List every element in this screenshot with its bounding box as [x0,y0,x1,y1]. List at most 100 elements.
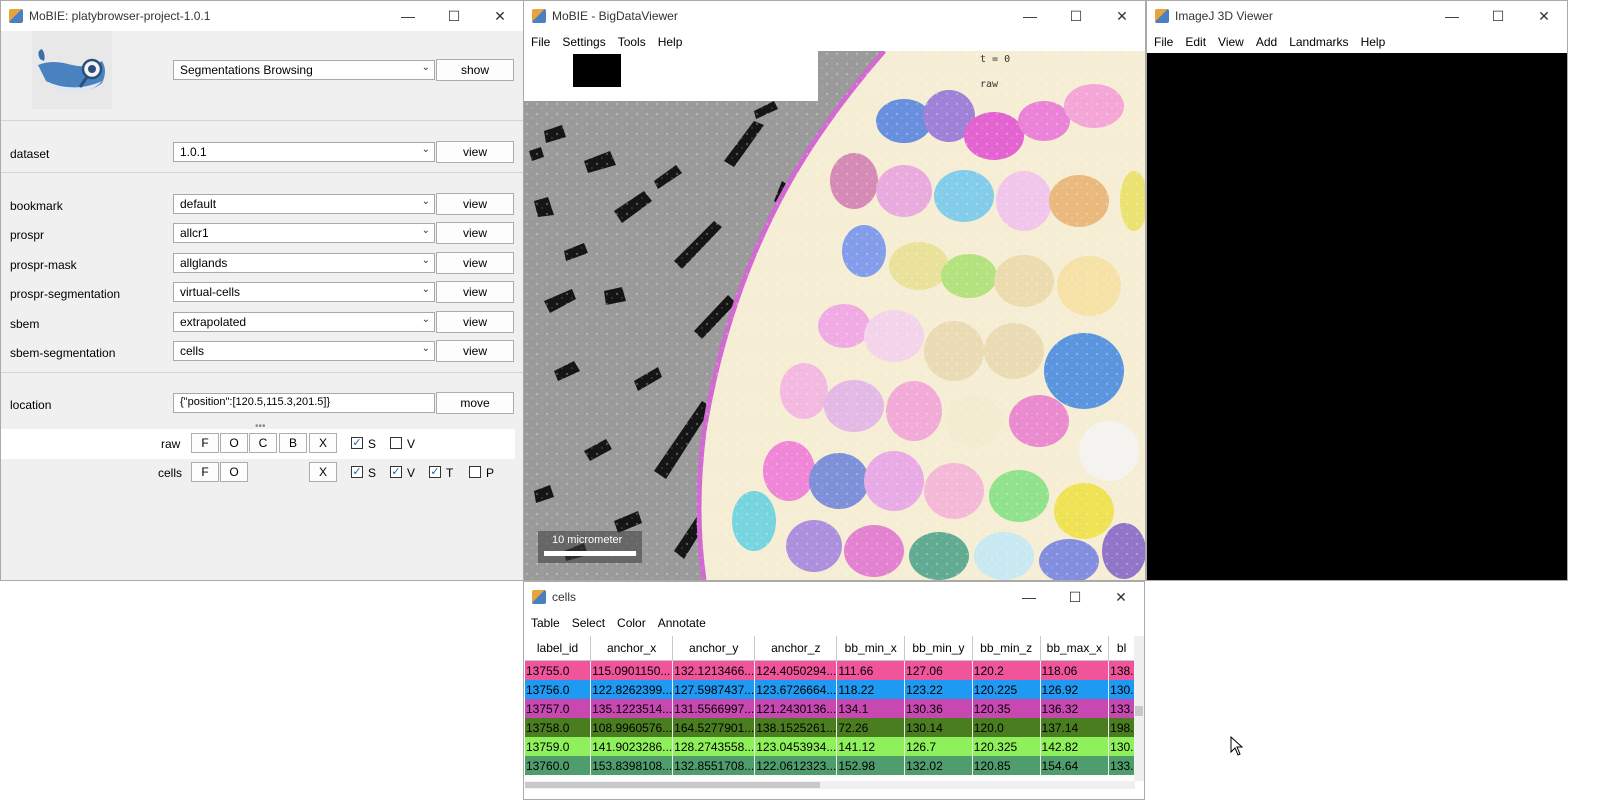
sbem-view-button[interactable]: view [436,311,514,333]
bdv-image-canvas[interactable]: t = 0 raw 10 micrometer [524,51,1145,580]
viewer3d-titlebar[interactable]: ImageJ 3D Viewer — ☐ ✕ [1147,1,1567,31]
column-header[interactable]: anchor_y [672,636,756,661]
menu-landmarks[interactable]: Landmarks [1283,35,1354,49]
maximize-button[interactable]: ☐ [1053,1,1099,31]
minimize-button[interactable]: — [1006,582,1052,612]
table-row[interactable]: 13757.0 135.1223514... 131.5566997... 121.2… [525,699,1135,718]
cells-focus-button[interactable]: F [191,462,219,482]
raw-volume-checkbox[interactable] [390,437,402,449]
table-row[interactable]: 13758.0 108.9960576... 164.5277901... 138.1… [525,718,1135,737]
vertical-scrollbar[interactable] [1134,636,1144,781]
menu-file[interactable]: File [524,35,556,49]
table-row[interactable]: 13759.0 141.9023286... 128.2743558... 123.0… [525,737,1135,756]
menu-view[interactable]: View [1212,35,1250,49]
raw-focus-button[interactable]: F [191,433,219,453]
cells-table-checkbox[interactable]: ✓ [429,466,441,478]
menu-table[interactable]: Table [524,616,566,630]
table-cell: 115.0901150... [590,660,674,680]
dataset-view-button[interactable]: view [436,141,514,163]
column-header[interactable]: bb_max_x [1040,636,1110,661]
move-button[interactable]: move [436,392,514,414]
prospr-segmentation-combo[interactable]: virtual-cells ⌄ [173,282,435,302]
raw-remove-button[interactable]: X [309,433,337,453]
minimize-button[interactable]: — [1429,1,1475,31]
table-cell: 131.5566997... [672,699,756,718]
menu-add[interactable]: Add [1250,35,1283,49]
menu-help[interactable]: Help [1355,35,1392,49]
column-header[interactable]: anchor_x [590,636,674,661]
column-header[interactable]: bb_min_z [972,636,1041,661]
layer-row-prospr: prospr allcr1 ⌄ view [1,222,523,248]
cells-volume-checkbox[interactable]: ✓ [390,466,402,478]
close-button[interactable]: ✕ [477,1,523,31]
raw-color-button[interactable]: C [249,433,277,453]
prospr-combo[interactable]: allcr1 ⌄ [173,223,435,243]
column-header[interactable]: anchor_z [754,636,838,661]
table-cell: 141.12 [836,737,906,756]
column-header[interactable]: bb_min_y [904,636,973,661]
table-cell: 108.9960576... [590,718,674,737]
dataset-combo[interactable]: 1.0.1 ⌄ [173,142,435,162]
menu-annotate[interactable]: Annotate [652,616,712,630]
window-title: MoBIE - BigDataViewer [552,9,678,23]
minimize-button[interactable]: — [1007,1,1053,31]
raw-brightness-button[interactable]: B [279,433,307,453]
prospr-view-button[interactable]: view [436,222,514,244]
source-type-combo[interactable]: Segmentations Browsing ⌄ [173,60,435,80]
menu-file[interactable]: File [1147,35,1179,49]
table-scroll-area[interactable]: label_id anchor_x anchor_y anchor_z bb_m… [525,636,1135,781]
location-input[interactable]: {"position":[120.5,115.3,201.5]} [173,393,435,413]
scrollbar-thumb[interactable] [525,782,820,788]
layer-label: sbem-segmentation [10,346,116,360]
sbem-segmentation-view-button[interactable]: view [436,340,514,362]
prospr-segmentation-view-button[interactable]: view [436,281,514,303]
mobie-titlebar[interactable]: MoBIE: platybrowser-project-1.0.1 — ☐ ✕ [1,1,523,31]
table-cell: 128.2743558... [672,737,756,756]
menu-help[interactable]: Help [652,35,689,49]
menu-color[interactable]: Color [611,616,652,630]
dataset-row: dataset 1.0.1 ⌄ view [1,141,523,167]
scale-bar-line [544,551,636,556]
close-button[interactable]: ✕ [1521,1,1567,31]
maximize-button[interactable]: ☐ [1052,582,1098,612]
scrollbar-thumb[interactable] [1135,706,1143,716]
maximize-button[interactable]: ☐ [431,1,477,31]
sbem-segmentation-combo[interactable]: cells ⌄ [173,341,435,361]
maximize-button[interactable]: ☐ [1475,1,1521,31]
menu-edit[interactable]: Edit [1179,35,1212,49]
prospr-mask-combo[interactable]: allglands ⌄ [173,253,435,273]
panel-drag-handle[interactable]: ••• [255,421,266,432]
close-button[interactable]: ✕ [1099,1,1145,31]
table-cell: 164.5277901... [672,718,756,737]
table-row[interactable]: 13755.0 115.0901150... 132.1213466... 124.4… [525,660,1135,680]
column-header[interactable]: label_id [525,636,592,661]
cells-show-checkbox[interactable]: ✓ [351,466,363,478]
show-button[interactable]: show [436,59,514,81]
column-header[interactable]: bl [1108,636,1135,661]
close-button[interactable]: ✕ [1098,582,1144,612]
minimize-button[interactable]: — [385,1,431,31]
sbem-combo[interactable]: extrapolated ⌄ [173,312,435,332]
cells-plot-checkbox[interactable] [469,466,481,478]
table-cell: 13760.0 [525,756,592,775]
table-row[interactable]: 13760.0 153.8398108... 132.8551708... 122.0… [525,756,1135,775]
table-row[interactable]: 13756.0 122.8262399... 127.5987437... 123.6… [525,680,1135,699]
cells-titlebar[interactable]: cells — ☐ ✕ [524,582,1144,612]
menu-settings[interactable]: Settings [556,35,611,49]
column-header[interactable]: bb_min_x [836,636,906,661]
raw-show-checkbox[interactable]: ✓ [351,437,363,449]
menu-tools[interactable]: Tools [612,35,652,49]
menu-select[interactable]: Select [566,616,611,630]
source-name-label: raw [980,79,999,90]
raw-opacity-button[interactable]: O [220,433,248,453]
viewer3d-canvas[interactable] [1147,53,1567,580]
prospr-mask-view-button[interactable]: view [436,252,514,274]
cells-opacity-button[interactable]: O [220,462,248,482]
horizontal-scrollbar[interactable] [525,781,1135,789]
cells-remove-button[interactable]: X [309,462,337,482]
table-cell: 122.0612323... [754,756,838,775]
bookmark-view-button[interactable]: view [436,193,514,215]
bookmark-combo[interactable]: default ⌄ [173,194,435,214]
bdv-titlebar[interactable]: MoBIE - BigDataViewer — ☐ ✕ [524,1,1145,31]
table-cell: 154.64 [1040,756,1110,775]
